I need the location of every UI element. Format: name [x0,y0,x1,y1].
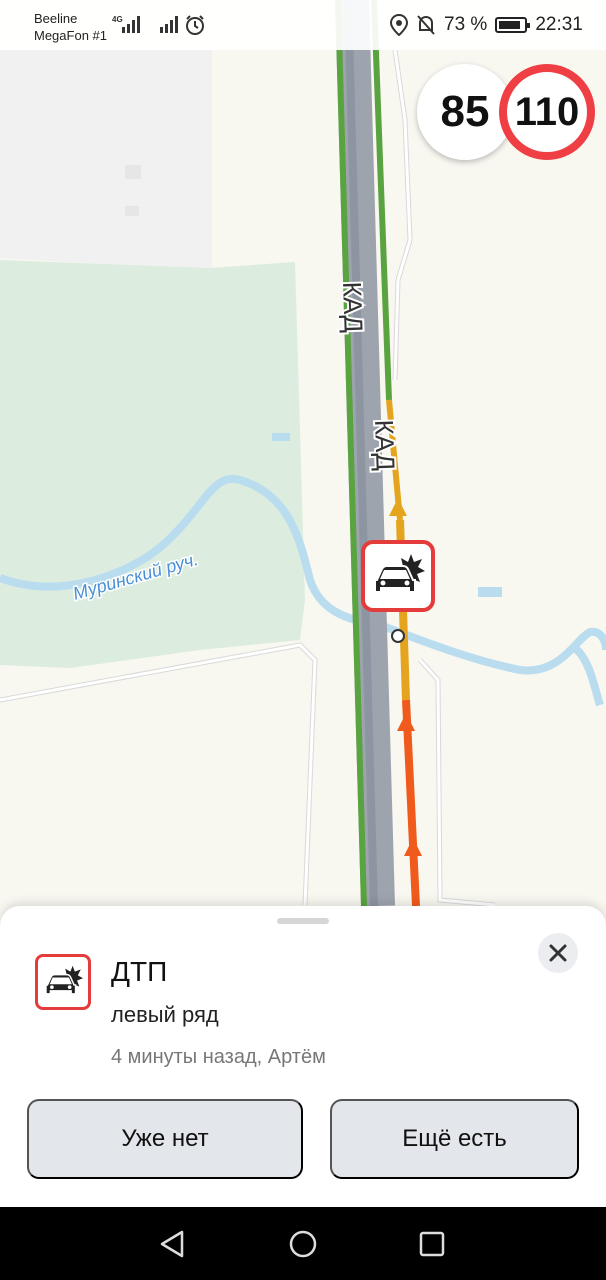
building-area [0,50,212,270]
park-area [0,260,305,668]
road-label-kad-2: КАД [369,419,401,471]
carrier-2: MegaFon #1 [34,28,107,43]
battery-icon [495,17,531,33]
location-icon [390,14,408,36]
recent-apps-icon[interactable] [418,1229,446,1259]
home-icon[interactable] [288,1229,318,1259]
incident-meta: 4 минуты назад, Артём [111,1046,326,1068]
car-crash-icon [45,965,83,995]
user-location-icon [391,629,405,643]
alarm-icon [186,15,204,35]
incident-type-icon [35,954,91,1010]
confirm-button[interactable]: Ещё есть [330,1099,579,1179]
signal-icon [122,16,140,33]
close-button[interactable] [538,933,578,973]
incident-title: ДТП [111,956,168,987]
sheet-drag-handle[interactable] [277,918,329,924]
dismiss-button[interactable]: Уже нет [27,1099,303,1179]
carrier-1: Beeline [34,11,78,26]
speed-limit-sign: 110 [499,64,595,160]
incident-sheet: ДТП левый ряд 4 минуты назад, Артём Уже … [0,906,606,1207]
mute-icon [417,15,435,35]
close-icon [549,944,567,962]
system-nav-bar [0,1207,606,1280]
battery-percent: 73 % [444,14,488,35]
status-icons: 73 % 22:31 [390,12,583,38]
incident-marker[interactable] [361,540,435,612]
road-label-kad-1: КАД [337,281,369,333]
signal-icon [160,16,178,33]
status-bar: Beeline MegaFon #1 4G 73 % 22:31 [0,0,606,50]
clock: 22:31 [535,14,583,35]
car-crash-icon [374,554,425,593]
back-icon[interactable] [158,1229,186,1259]
incident-detail: левый ряд [111,1002,219,1027]
carrier-names: Beeline MegaFon #1 [34,10,107,44]
